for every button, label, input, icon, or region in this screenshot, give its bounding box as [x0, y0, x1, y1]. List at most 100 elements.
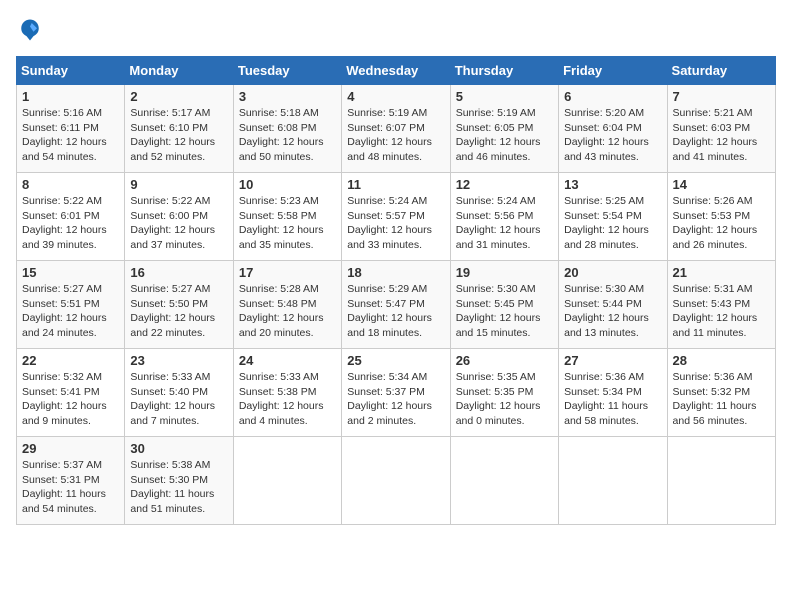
day-info: Sunrise: 5:27 AM Sunset: 5:51 PM Dayligh… — [22, 282, 119, 341]
sunrise-label: Sunrise: 5:24 AM — [456, 195, 536, 207]
sunrise-label: Sunrise: 5:20 AM — [564, 107, 644, 119]
calendar-cell — [667, 437, 775, 525]
sunrise-label: Sunrise: 5:17 AM — [130, 107, 210, 119]
sunrise-label: Sunrise: 5:21 AM — [673, 107, 753, 119]
calendar-cell: 3 Sunrise: 5:18 AM Sunset: 6:08 PM Dayli… — [233, 85, 341, 173]
sunset-label: Sunset: 5:40 PM — [130, 386, 208, 398]
day-info: Sunrise: 5:30 AM Sunset: 5:45 PM Dayligh… — [456, 282, 553, 341]
day-number: 8 — [22, 177, 119, 192]
sunset-label: Sunset: 5:35 PM — [456, 386, 534, 398]
sunset-label: Sunset: 6:10 PM — [130, 122, 208, 134]
calendar-cell: 7 Sunrise: 5:21 AM Sunset: 6:03 PM Dayli… — [667, 85, 775, 173]
sunset-label: Sunset: 6:01 PM — [22, 210, 100, 222]
daylight-label: Daylight: 12 hours and 43 minutes. — [564, 136, 649, 163]
sunrise-label: Sunrise: 5:27 AM — [22, 283, 102, 295]
day-number: 1 — [22, 89, 119, 104]
calendar-header-row: SundayMondayTuesdayWednesdayThursdayFrid… — [17, 57, 776, 85]
sunrise-label: Sunrise: 5:30 AM — [456, 283, 536, 295]
calendar-cell: 5 Sunrise: 5:19 AM Sunset: 6:05 PM Dayli… — [450, 85, 558, 173]
daylight-label: Daylight: 12 hours and 33 minutes. — [347, 224, 432, 251]
daylight-label: Daylight: 12 hours and 4 minutes. — [239, 400, 324, 427]
day-number: 20 — [564, 265, 661, 280]
calendar-cell: 22 Sunrise: 5:32 AM Sunset: 5:41 PM Dayl… — [17, 349, 125, 437]
day-number: 16 — [130, 265, 227, 280]
daylight-label: Daylight: 12 hours and 46 minutes. — [456, 136, 541, 163]
header-sunday: Sunday — [17, 57, 125, 85]
calendar-week-row: 15 Sunrise: 5:27 AM Sunset: 5:51 PM Dayl… — [17, 261, 776, 349]
calendar-cell: 12 Sunrise: 5:24 AM Sunset: 5:56 PM Dayl… — [450, 173, 558, 261]
sunrise-label: Sunrise: 5:22 AM — [130, 195, 210, 207]
sunrise-label: Sunrise: 5:30 AM — [564, 283, 644, 295]
sunset-label: Sunset: 5:31 PM — [22, 474, 100, 486]
sunset-label: Sunset: 5:57 PM — [347, 210, 425, 222]
calendar-cell: 26 Sunrise: 5:35 AM Sunset: 5:35 PM Dayl… — [450, 349, 558, 437]
sunrise-label: Sunrise: 5:29 AM — [347, 283, 427, 295]
sunrise-label: Sunrise: 5:28 AM — [239, 283, 319, 295]
sunrise-label: Sunrise: 5:25 AM — [564, 195, 644, 207]
sunset-label: Sunset: 6:05 PM — [456, 122, 534, 134]
day-number: 14 — [673, 177, 770, 192]
sunset-label: Sunset: 5:37 PM — [347, 386, 425, 398]
day-number: 6 — [564, 89, 661, 104]
sunrise-label: Sunrise: 5:27 AM — [130, 283, 210, 295]
day-info: Sunrise: 5:16 AM Sunset: 6:11 PM Dayligh… — [22, 106, 119, 165]
daylight-label: Daylight: 12 hours and 15 minutes. — [456, 312, 541, 339]
calendar-cell: 28 Sunrise: 5:36 AM Sunset: 5:32 PM Dayl… — [667, 349, 775, 437]
header-tuesday: Tuesday — [233, 57, 341, 85]
calendar-cell: 23 Sunrise: 5:33 AM Sunset: 5:40 PM Dayl… — [125, 349, 233, 437]
calendar-cell: 11 Sunrise: 5:24 AM Sunset: 5:57 PM Dayl… — [342, 173, 450, 261]
sunset-label: Sunset: 6:08 PM — [239, 122, 317, 134]
day-info: Sunrise: 5:31 AM Sunset: 5:43 PM Dayligh… — [673, 282, 770, 341]
sunset-label: Sunset: 5:44 PM — [564, 298, 642, 310]
sunrise-label: Sunrise: 5:34 AM — [347, 371, 427, 383]
day-info: Sunrise: 5:22 AM Sunset: 6:01 PM Dayligh… — [22, 194, 119, 253]
daylight-label: Daylight: 12 hours and 39 minutes. — [22, 224, 107, 251]
sunrise-label: Sunrise: 5:22 AM — [22, 195, 102, 207]
calendar-cell — [342, 437, 450, 525]
sunset-label: Sunset: 5:47 PM — [347, 298, 425, 310]
sunset-label: Sunset: 6:11 PM — [22, 122, 99, 134]
calendar-cell: 8 Sunrise: 5:22 AM Sunset: 6:01 PM Dayli… — [17, 173, 125, 261]
sunset-label: Sunset: 5:34 PM — [564, 386, 642, 398]
calendar-cell: 13 Sunrise: 5:25 AM Sunset: 5:54 PM Dayl… — [559, 173, 667, 261]
daylight-label: Daylight: 12 hours and 28 minutes. — [564, 224, 649, 251]
day-info: Sunrise: 5:23 AM Sunset: 5:58 PM Dayligh… — [239, 194, 336, 253]
calendar-cell: 30 Sunrise: 5:38 AM Sunset: 5:30 PM Dayl… — [125, 437, 233, 525]
sunrise-label: Sunrise: 5:31 AM — [673, 283, 753, 295]
sunset-label: Sunset: 5:41 PM — [22, 386, 100, 398]
day-number: 25 — [347, 353, 444, 368]
day-number: 15 — [22, 265, 119, 280]
sunset-label: Sunset: 5:50 PM — [130, 298, 208, 310]
calendar-cell: 17 Sunrise: 5:28 AM Sunset: 5:48 PM Dayl… — [233, 261, 341, 349]
sunset-label: Sunset: 5:32 PM — [673, 386, 751, 398]
daylight-label: Daylight: 12 hours and 22 minutes. — [130, 312, 215, 339]
sunrise-label: Sunrise: 5:23 AM — [239, 195, 319, 207]
day-number: 4 — [347, 89, 444, 104]
calendar-cell — [450, 437, 558, 525]
day-info: Sunrise: 5:35 AM Sunset: 5:35 PM Dayligh… — [456, 370, 553, 429]
sunrise-label: Sunrise: 5:26 AM — [673, 195, 753, 207]
day-number: 10 — [239, 177, 336, 192]
calendar-cell: 9 Sunrise: 5:22 AM Sunset: 6:00 PM Dayli… — [125, 173, 233, 261]
daylight-label: Daylight: 12 hours and 7 minutes. — [130, 400, 215, 427]
day-number: 9 — [130, 177, 227, 192]
day-info: Sunrise: 5:33 AM Sunset: 5:38 PM Dayligh… — [239, 370, 336, 429]
day-number: 17 — [239, 265, 336, 280]
calendar-cell: 29 Sunrise: 5:37 AM Sunset: 5:31 PM Dayl… — [17, 437, 125, 525]
day-number: 23 — [130, 353, 227, 368]
sunrise-label: Sunrise: 5:35 AM — [456, 371, 536, 383]
day-number: 30 — [130, 441, 227, 456]
daylight-label: Daylight: 12 hours and 26 minutes. — [673, 224, 758, 251]
daylight-label: Daylight: 12 hours and 11 minutes. — [673, 312, 758, 339]
day-number: 13 — [564, 177, 661, 192]
sunrise-label: Sunrise: 5:36 AM — [564, 371, 644, 383]
day-info: Sunrise: 5:17 AM Sunset: 6:10 PM Dayligh… — [130, 106, 227, 165]
day-info: Sunrise: 5:38 AM Sunset: 5:30 PM Dayligh… — [130, 458, 227, 517]
daylight-label: Daylight: 12 hours and 35 minutes. — [239, 224, 324, 251]
calendar-week-row: 1 Sunrise: 5:16 AM Sunset: 6:11 PM Dayli… — [17, 85, 776, 173]
calendar-cell: 18 Sunrise: 5:29 AM Sunset: 5:47 PM Dayl… — [342, 261, 450, 349]
calendar-cell — [559, 437, 667, 525]
day-number: 3 — [239, 89, 336, 104]
day-number: 28 — [673, 353, 770, 368]
sunset-label: Sunset: 6:03 PM — [673, 122, 751, 134]
